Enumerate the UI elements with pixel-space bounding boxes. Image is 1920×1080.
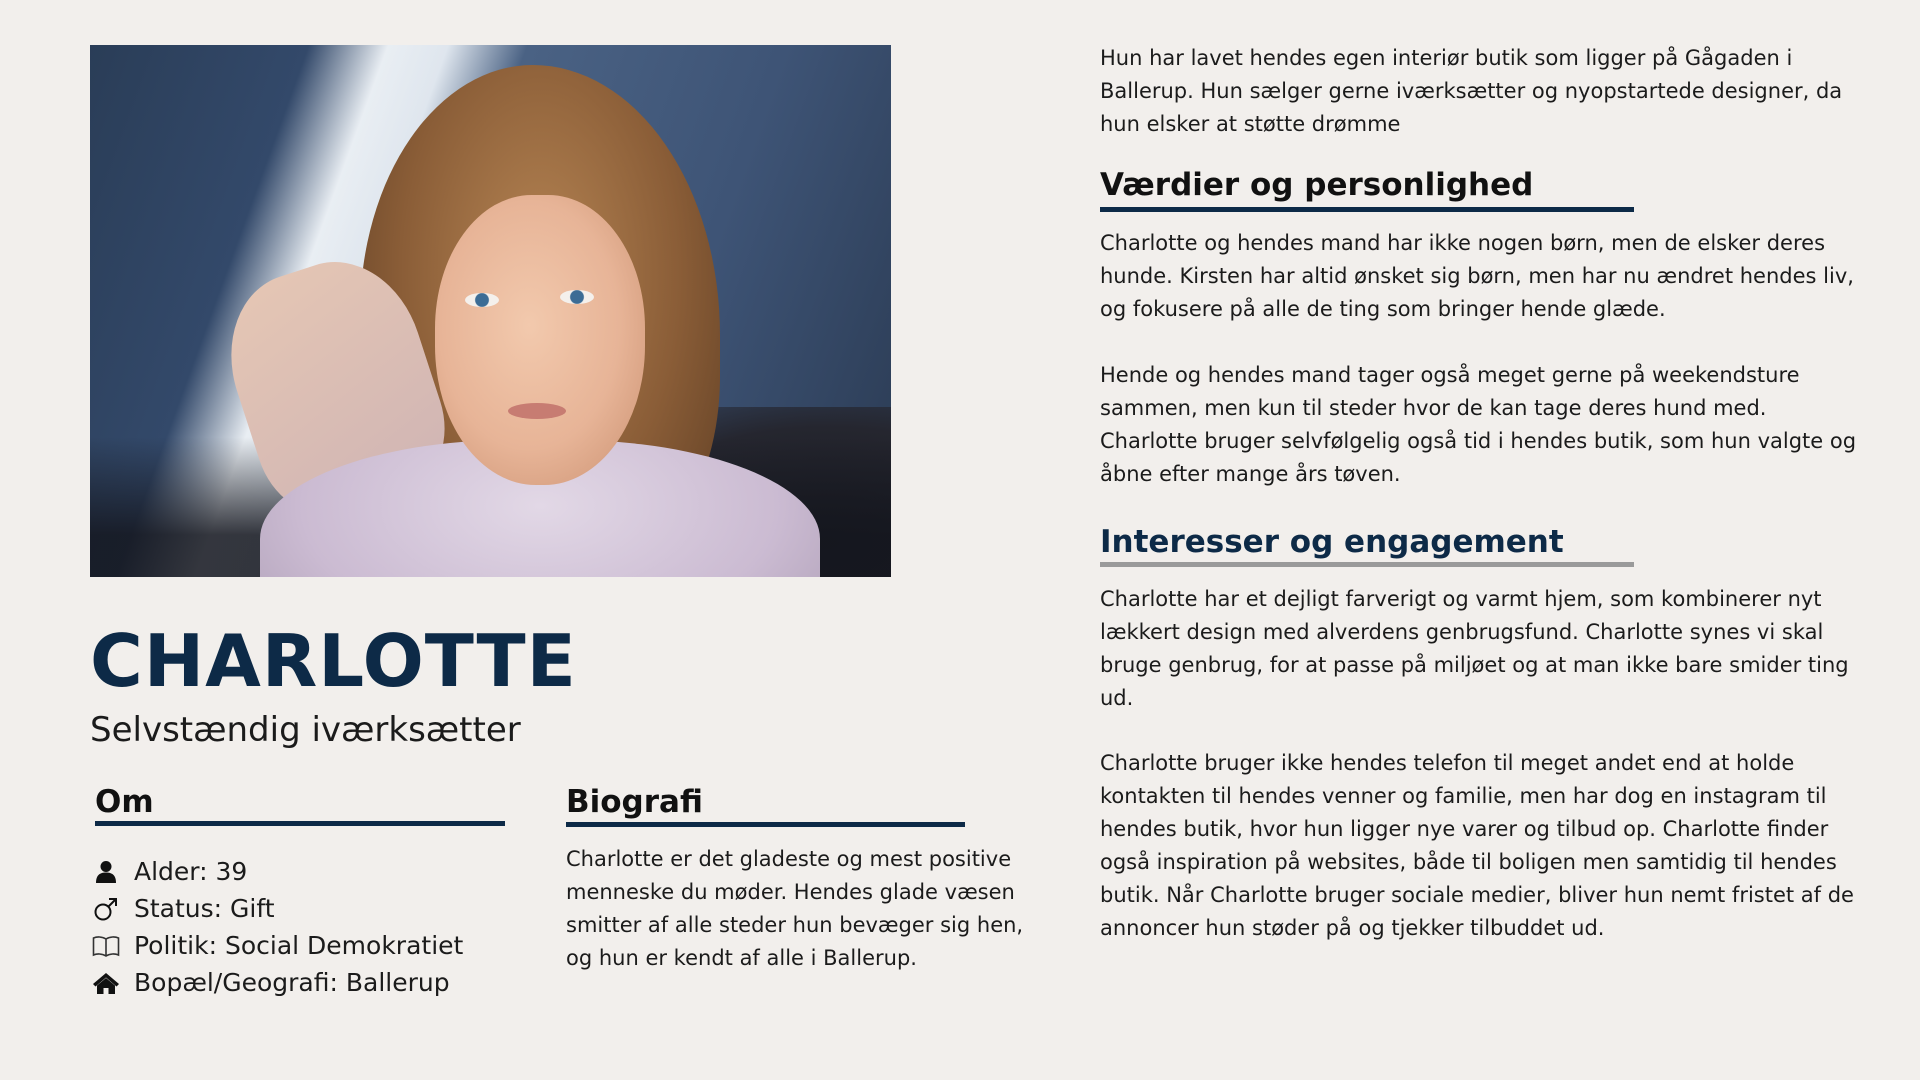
values-paragraph-2: Hende og hendes mand tager også meget ge…: [1100, 363, 1857, 486]
persona-subtitle: Selvstændig iværksætter: [90, 710, 521, 750]
values-paragraph-1: Charlotte og hendes mand har ikke nogen …: [1100, 231, 1854, 321]
interests-heading-rule: [1100, 562, 1634, 567]
open-book-icon: [92, 932, 120, 960]
about-heading-rule: [95, 821, 505, 826]
about-item-residence: Bopæl/Geografi: Ballerup: [92, 964, 463, 1001]
about-item-status: Status: Gift: [92, 890, 463, 927]
persona-name: CHARLOTTE: [90, 619, 577, 703]
profile-photo: [90, 45, 891, 577]
biography-heading: Biografi: [566, 784, 703, 820]
biography-text: Charlotte er det gladeste og mest positi…: [566, 847, 1024, 970]
about-item-label: Politik: Social Demokratiet: [134, 931, 464, 960]
about-item-label: Bopæl/Geografi: Ballerup: [134, 968, 450, 997]
interests-paragraph-1: Charlotte har et dejligt farverigt og va…: [1100, 587, 1849, 710]
person-icon: [92, 858, 120, 886]
about-heading: Om: [95, 784, 154, 820]
about-item-label: Status: Gift: [134, 894, 275, 923]
values-heading-rule: [1100, 207, 1634, 212]
home-icon: [92, 969, 120, 997]
interests-heading: Interesser og engagement: [1100, 524, 1564, 560]
about-item-age: Alder: 39: [92, 853, 463, 890]
interests-paragraph-2: Charlotte bruger ikke hendes telefon til…: [1100, 751, 1854, 940]
biography-heading-rule: [566, 822, 965, 827]
about-list: Alder: 39 Status: Gift Politik: Social D…: [92, 853, 463, 1001]
intro-text: Hun har lavet hendes egen interiør butik…: [1100, 46, 1843, 136]
about-item-politics: Politik: Social Demokratiet: [92, 927, 463, 964]
values-heading: Værdier og personlighed: [1100, 167, 1534, 203]
male-symbol-icon: [92, 895, 120, 923]
about-item-label: Alder: 39: [134, 857, 248, 886]
